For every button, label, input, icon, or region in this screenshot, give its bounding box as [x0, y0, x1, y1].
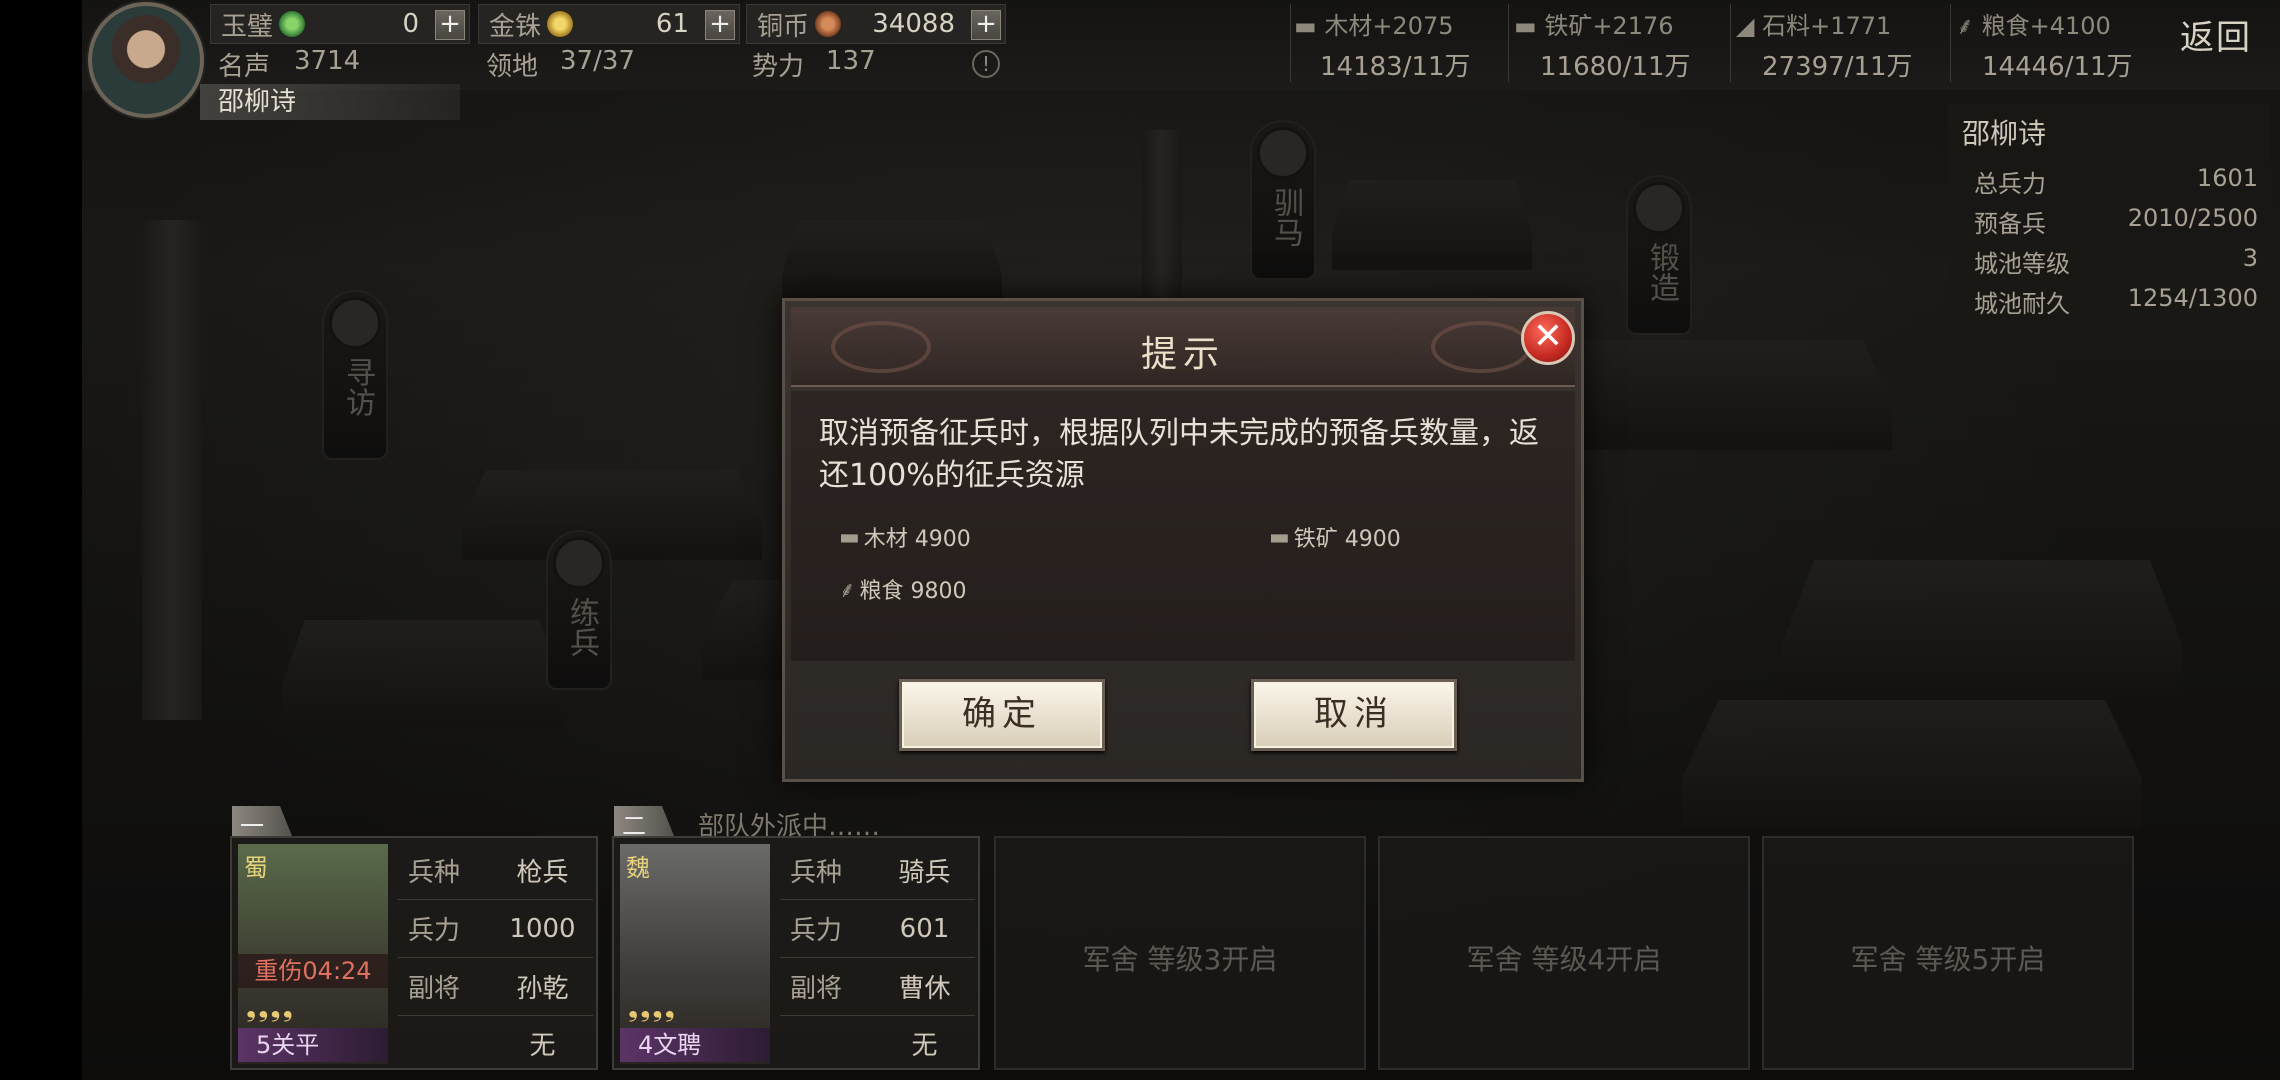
add-jade-button[interactable]: + [435, 10, 465, 40]
divider [1508, 4, 1509, 82]
dialog-message: 取消预备征兵时，根据队列中未完成的预备兵数量，返还100%的征兵资源 [819, 416, 1539, 493]
jade-icon [279, 11, 306, 37]
locked-barracks-slot-4[interactable]: 军舍 等级4开启 [1378, 836, 1750, 1070]
grain-icon: ⸙ [839, 578, 856, 603]
info-icon[interactable]: ! [972, 50, 1000, 78]
faction-badge: 蜀 [244, 854, 268, 882]
team-card-1[interactable]: 蜀 重伤04:24 ❟❟❟❟ 5关平 兵种 枪兵 兵力 1000 副将 孙乾 无 [230, 836, 598, 1070]
injury-timer: 重伤04:24 [238, 954, 388, 988]
wood-icon: ▬ [839, 524, 860, 550]
dialog-header: 提示 [791, 307, 1575, 387]
locked-barracks-slot-5[interactable]: 军舍 等级5开启 [1762, 836, 2134, 1070]
resource-jade: 玉璧 0 + [210, 4, 470, 44]
anvil-icon: ▬ [1514, 12, 1537, 40]
wood-production: ▬ 木材+2075 [1294, 12, 1454, 40]
team-card-2[interactable]: 魏 ❟❟❟❟ 4文聘 兵种 骑兵 兵力 601 副将 曹休 无 [612, 836, 980, 1070]
resource-copper: 铜币 34088 + [746, 4, 1006, 44]
stone-capacity: 27397/11万 [1762, 52, 1913, 82]
divider [1290, 4, 1291, 82]
iron-cost: ▬ 铁矿 4900 [1269, 524, 1401, 553]
stone-production: ◢ 石料+1771 [1736, 12, 1892, 40]
player-avatar[interactable] [88, 2, 204, 118]
food-cost: ⸙ 粮食 9800 [839, 573, 967, 605]
troop-strength-row: 兵力 1000 [398, 900, 593, 958]
fame-label: 名声 [218, 52, 271, 82]
dialog-body: 取消预备征兵时，根据队列中未完成的预备兵数量，返还100%的征兵资源 ▬ 木材 4… [791, 391, 1575, 661]
star-rating: ❟❟❟❟ [628, 993, 677, 1023]
anvil-icon: ▬ [1269, 524, 1290, 550]
deputy-general-row-2: 无 [529, 1030, 556, 1061]
player-name-bar: 邵柳诗 [200, 84, 460, 120]
gold-coin-icon [547, 11, 574, 37]
resource-gold: 金铢 61 + [478, 4, 740, 44]
iron-production: ▬ 铁矿+2176 [1514, 12, 1674, 40]
wood-cost: ▬ 木材 4900 [839, 524, 971, 553]
city-stat-row: 城池耐久 1254/1300 [1974, 284, 2258, 318]
troop-strength-row: 兵力 601 [780, 900, 975, 958]
fame-value: 3714 [294, 46, 361, 76]
food-production: ⸙ 粮食+4100 [1956, 12, 2111, 40]
territory-value: 37/37 [560, 46, 635, 76]
city-stat-row: 总兵力 1601 [1974, 164, 2258, 198]
close-button[interactable]: ✕ [1521, 311, 1575, 365]
food-capacity: 14446/11万 [1982, 52, 2133, 82]
cancel-button[interactable]: 取消 [1251, 679, 1457, 751]
city-info-panel: 邵柳诗 总兵力 1601 预备兵 2010/2500 城池等级 3 城池耐久 1254/… [1948, 104, 2270, 334]
copper-coin-icon [815, 11, 842, 37]
back-button[interactable]: 返回 [2180, 10, 2272, 66]
confirm-button[interactable]: 确定 [899, 679, 1105, 751]
faction-badge: 魏 [626, 854, 650, 882]
wood-capacity: 14183/11万 [1320, 52, 1471, 82]
star-rating: ❟❟❟❟ [246, 993, 295, 1023]
locked-barracks-slot-3[interactable]: 军舍 等级3开启 [994, 836, 1366, 1070]
general-name: 5关平 [238, 1028, 388, 1062]
divider [1950, 4, 1951, 82]
city-name: 邵柳诗 [1962, 117, 2047, 150]
city-stat-row: 预备兵 2010/2500 [1974, 204, 2258, 238]
power-label: 势力 [752, 52, 805, 82]
troop-type-row: 兵种 枪兵 [398, 842, 593, 900]
grain-icon: ⸙ [1956, 12, 1974, 40]
troop-type-row: 兵种 骑兵 [780, 842, 975, 900]
deputy-general-row: 副将 孙乾 [398, 958, 593, 1016]
territory-label: 领地 [486, 52, 539, 82]
confirm-dialog: 提示 ✕ 取消预备征兵时，根据队列中未完成的预备兵数量，返还100%的征兵资源 … [782, 298, 1584, 782]
deputy-general-row-2: 无 [911, 1030, 938, 1061]
deputy-general-row: 副将 曹休 [780, 958, 975, 1016]
iron-capacity: 11680/11万 [1540, 52, 1691, 82]
dialog-title: 提示 [1140, 334, 1225, 375]
add-copper-button[interactable]: + [971, 10, 1001, 40]
city-stat-row: 城池等级 3 [1974, 244, 2258, 278]
power-value: 137 [826, 46, 876, 76]
general-name: 4文聘 [620, 1028, 770, 1062]
divider [1730, 4, 1731, 82]
wood-icon: ▬ [1294, 12, 1317, 40]
add-gold-button[interactable]: + [705, 10, 735, 40]
stone-icon: ◢ [1736, 12, 1755, 40]
